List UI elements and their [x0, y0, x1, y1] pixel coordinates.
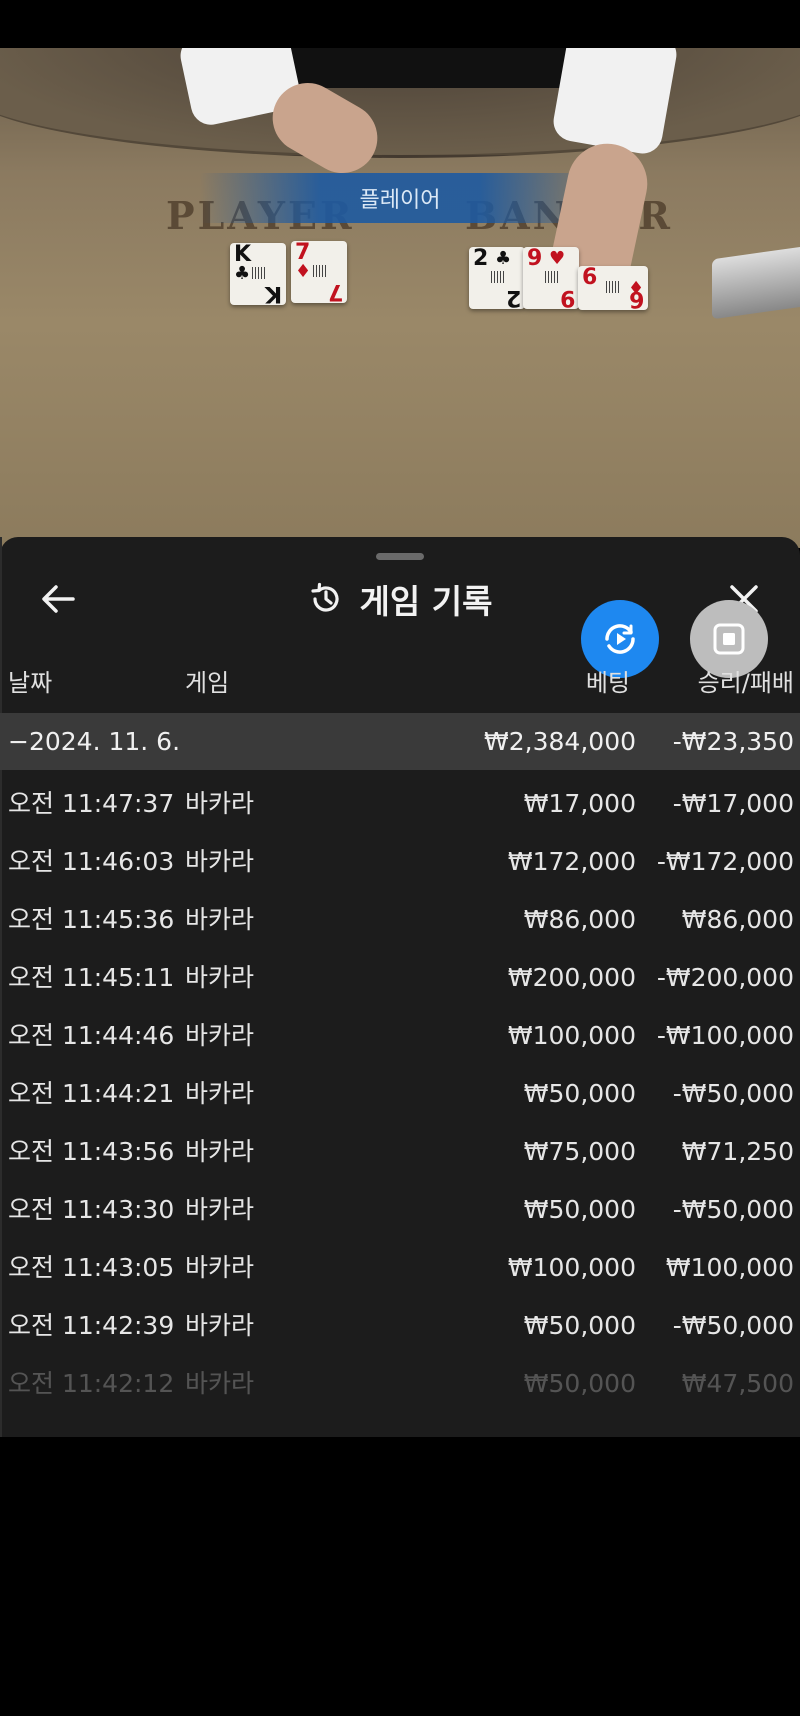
- table-row[interactable]: 오전 11:46:03 바카라 ₩172,000 -₩172,000: [0, 833, 800, 891]
- table-row[interactable]: 오전 11:45:11 바카라 ₩200,000 -₩200,000: [0, 949, 800, 1007]
- result-banner: 플레이어: [200, 173, 600, 223]
- table-row[interactable]: 오전 11:43:56 바카라 ₩75,000 ₩71,250: [0, 1123, 800, 1181]
- drag-handle[interactable]: [376, 553, 424, 560]
- page-title: 게임 기록: [359, 582, 493, 621]
- table-row[interactable]: 오전 11:43:30 바카라 ₩50,000 -₩50,000: [0, 1181, 800, 1239]
- table-row[interactable]: 오전 11:42:12 바카라 ₩50,000 ₩47,500: [0, 1355, 800, 1413]
- live-video-feed: PLAYER BANKER 플레이어 K ♣ K 7 ♦ 7 2 ♣ 2 9 ♥…: [0, 48, 800, 548]
- table-row[interactable]: 오전 11:42:39 바카라 ₩50,000 -₩50,000: [0, 1297, 800, 1355]
- column-header-game: 게임: [185, 669, 230, 697]
- column-header-bet: 베팅: [585, 669, 630, 697]
- card-shoe: [712, 246, 800, 320]
- result-banner-text: 플레이어: [359, 188, 441, 213]
- column-header-result: 승리/패배: [697, 669, 794, 697]
- date-group-summary[interactable]: −2024. 11. 6. ₩2,384,000 -₩23,350: [0, 713, 800, 770]
- summary-bet-total: ₩2,384,000: [484, 727, 636, 756]
- dealer-sleeve-right: [550, 48, 680, 157]
- column-header-date: 날짜: [8, 669, 53, 697]
- table-row[interactable]: 오전 11:45:36 바카라 ₩86,000 ₩86,000: [0, 891, 800, 949]
- history-list: 오전 11:47:37 바카라 ₩17,000 -₩17,000 오전 11:4…: [0, 775, 800, 1413]
- banker-card-1: 2 ♣ 2: [469, 247, 525, 310]
- table-row[interactable]: 오전 11:43:05 바카라 ₩100,000 ₩100,000: [0, 1239, 800, 1297]
- table-row[interactable]: 오전 11:47:37 바카라 ₩17,000 -₩17,000: [0, 775, 800, 833]
- panel-header: 게임 기록: [0, 577, 800, 621]
- stop-icon: [713, 623, 745, 655]
- banker-card-3: 6 ♦ 6: [578, 266, 648, 311]
- history-icon: [310, 582, 339, 612]
- table-row[interactable]: 오전 11:44:21 바카라 ₩50,000 -₩50,000: [0, 1065, 800, 1123]
- summary-result-total: -₩23,350: [672, 727, 794, 756]
- player-card-1: K ♣ K: [230, 243, 286, 306]
- banker-card-2: 9 ♥ 9: [523, 247, 579, 310]
- player-card-2: 7 ♦ 7: [291, 241, 347, 304]
- summary-date: −2024. 11. 6.: [8, 727, 181, 756]
- replay-icon: [605, 624, 635, 654]
- bottom-blank-area: [0, 1437, 800, 1716]
- table-row[interactable]: 오전 11:44:46 바카라 ₩100,000 -₩100,000: [0, 1007, 800, 1065]
